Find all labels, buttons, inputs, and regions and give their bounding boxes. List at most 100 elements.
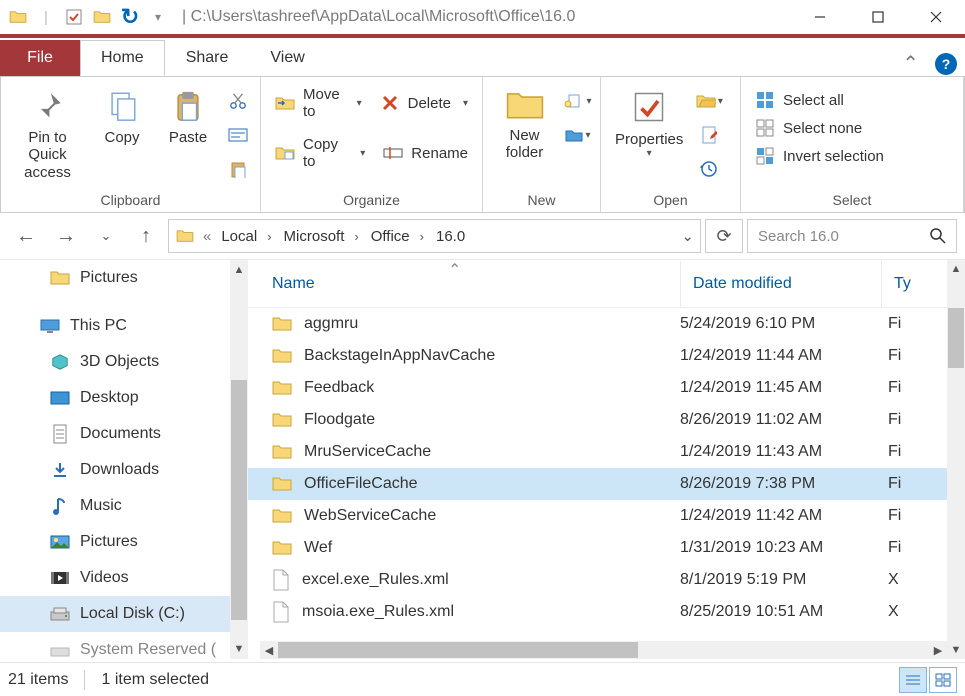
qat-customize-icon[interactable]: ▾	[146, 5, 170, 29]
close-button[interactable]	[907, 0, 965, 34]
rename-button[interactable]: Rename	[377, 133, 474, 173]
sidebar-item-system-reserved[interactable]: System Reserved (	[0, 632, 248, 659]
move-to-button[interactable]: Move to ▾	[269, 83, 368, 123]
pin-label: Pin to Quick access	[15, 129, 80, 181]
cut-button[interactable]	[224, 87, 252, 115]
scroll-down-icon[interactable]: ▼	[230, 639, 248, 659]
up-button[interactable]: ↑	[128, 218, 164, 254]
scroll-thumb[interactable]	[948, 308, 964, 368]
new-folder-qat-icon[interactable]	[90, 5, 114, 29]
view-details-button[interactable]	[899, 667, 927, 693]
refresh-button[interactable]: ⟳	[705, 219, 743, 253]
forward-button[interactable]: →	[48, 218, 84, 254]
breadcrumb-overflow-icon[interactable]: «	[199, 228, 215, 245]
help-button[interactable]: ?	[935, 53, 957, 75]
tab-home[interactable]: Home	[80, 40, 165, 76]
properties-qat-icon[interactable]	[62, 5, 86, 29]
scroll-down-icon[interactable]: ▼	[947, 641, 965, 659]
horizontal-scrollbar[interactable]: ◀ ▶	[260, 641, 947, 659]
breadcrumb-item[interactable]: Office›	[369, 228, 430, 245]
table-row[interactable]: BackstageInAppNavCache1/24/2019 11:44 AM…	[248, 340, 965, 372]
scroll-thumb[interactable]	[231, 380, 247, 620]
sidebar-item-pictures-2[interactable]: Pictures	[0, 524, 248, 560]
column-date[interactable]: Date modified	[681, 275, 881, 293]
new-folder-button[interactable]: New folder	[491, 83, 558, 166]
table-row[interactable]: excel.exe_Rules.xml8/1/2019 5:19 PMX	[248, 564, 965, 596]
breadcrumb-dropdown-icon[interactable]: ⌄	[681, 227, 694, 245]
file-type: Fi	[888, 347, 901, 365]
copy-to-button[interactable]: Copy to ▾	[269, 133, 371, 173]
sidebar-item-desktop[interactable]: Desktop	[0, 380, 248, 416]
sidebar-item-this-pc[interactable]: This PC	[0, 308, 248, 344]
sidebar-item-downloads[interactable]: Downloads	[0, 452, 248, 488]
sidebar-item-music[interactable]: Music	[0, 488, 248, 524]
minimize-button[interactable]	[791, 0, 849, 34]
scroll-right-icon[interactable]: ▶	[929, 644, 947, 657]
sidebar-item-videos[interactable]: Videos	[0, 560, 248, 596]
delete-button[interactable]: Delete ▾	[374, 83, 474, 123]
copy-path-button[interactable]	[224, 121, 252, 149]
table-row[interactable]: aggmru5/24/2019 6:10 PMFi	[248, 308, 965, 340]
tab-share[interactable]: Share	[165, 40, 250, 76]
drive-icon	[50, 640, 70, 659]
folder-icon	[272, 476, 292, 492]
title-bar: | ↻ ▾ | C:\Users\tashreef\AppData\Local\…	[0, 0, 965, 34]
undo-qat-icon[interactable]: ↻	[118, 5, 142, 29]
open-button[interactable]: ▾	[695, 87, 723, 115]
sidebar-item-label: Music	[80, 497, 122, 515]
chevron-right-icon[interactable]: ›	[416, 229, 428, 244]
tab-view[interactable]: View	[249, 40, 325, 76]
minimize-ribbon-icon[interactable]: ⌃	[898, 51, 923, 76]
sidebar-item-3d-objects[interactable]: 3D Objects	[0, 344, 248, 380]
search-box[interactable]: Search 16.0	[747, 219, 957, 253]
content-scrollbar[interactable]: ▲ ▼	[947, 260, 965, 659]
history-button[interactable]	[695, 155, 723, 183]
table-row[interactable]: MruServiceCache1/24/2019 11:43 AMFi	[248, 436, 965, 468]
scroll-left-icon[interactable]: ◀	[260, 644, 278, 657]
sidebar-scrollbar[interactable]: ▲ ▼	[230, 260, 248, 659]
edit-button[interactable]	[695, 121, 723, 149]
select-none-button[interactable]: Select none	[749, 115, 890, 141]
breadcrumb-item[interactable]: Microsoft›	[282, 228, 365, 245]
chevron-right-icon[interactable]: ›	[350, 229, 362, 244]
invert-selection-button[interactable]: Invert selection	[749, 143, 890, 169]
copy-button[interactable]: Copy	[92, 83, 152, 150]
address-bar[interactable]: « Local› Microsoft› Office› 16.0 ⌄	[168, 219, 701, 253]
pin-to-quick-access-button[interactable]: Pin to Quick access	[9, 83, 86, 185]
scroll-up-icon[interactable]: ▲	[947, 260, 965, 278]
tab-file[interactable]: File	[0, 40, 80, 76]
column-name[interactable]: Name	[248, 275, 680, 293]
sidebar-item-label: Pictures	[80, 269, 138, 287]
paste-shortcut-button[interactable]	[224, 155, 252, 183]
table-row[interactable]: Wef1/31/2019 10:23 AMFi	[248, 532, 965, 564]
sidebar-item-documents[interactable]: Documents	[0, 416, 248, 452]
file-name: WebServiceCache	[304, 507, 436, 525]
paste-button[interactable]: Paste	[158, 83, 218, 150]
table-row[interactable]: Feedback1/24/2019 11:45 AMFi	[248, 372, 965, 404]
properties-button[interactable]: Properties▾	[609, 83, 689, 164]
select-all-icon	[755, 90, 775, 110]
recent-locations-button[interactable]: ⌄	[88, 218, 124, 254]
scroll-up-icon[interactable]: ▲	[230, 260, 248, 280]
maximize-button[interactable]	[849, 0, 907, 34]
breadcrumb-item[interactable]: 16.0	[434, 228, 467, 245]
table-row[interactable]: OfficeFileCache8/26/2019 7:38 PMFi	[248, 468, 965, 500]
table-row[interactable]: WebServiceCache1/24/2019 11:42 AMFi	[248, 500, 965, 532]
scroll-thumb[interactable]	[278, 642, 638, 658]
file-type: Fi	[888, 507, 901, 525]
table-row[interactable]: Floodgate8/26/2019 11:02 AMFi	[248, 404, 965, 436]
breadcrumb-item[interactable]: Local›	[219, 228, 277, 245]
ribbon-tabs: File Home Share View ⌃ ?	[0, 38, 965, 76]
table-row[interactable]: msoia.exe_Rules.xml8/25/2019 10:51 AMX	[248, 596, 965, 628]
main-pane: Pictures This PC 3D Objects Desktop Docu…	[0, 259, 965, 659]
chevron-right-icon[interactable]: ›	[263, 229, 275, 244]
select-all-button[interactable]: Select all	[749, 87, 890, 113]
copy-to-label: Copy to	[303, 136, 348, 170]
back-button[interactable]: ←	[8, 218, 44, 254]
sidebar-item-pictures[interactable]: Pictures	[0, 260, 248, 296]
sidebar-item-local-disk[interactable]: Local Disk (C:)	[0, 596, 248, 632]
view-large-icons-button[interactable]	[929, 667, 957, 693]
easy-access-button[interactable]: ▾	[564, 121, 592, 149]
new-item-button[interactable]: ▾	[564, 87, 592, 115]
file-type: X	[888, 603, 899, 621]
